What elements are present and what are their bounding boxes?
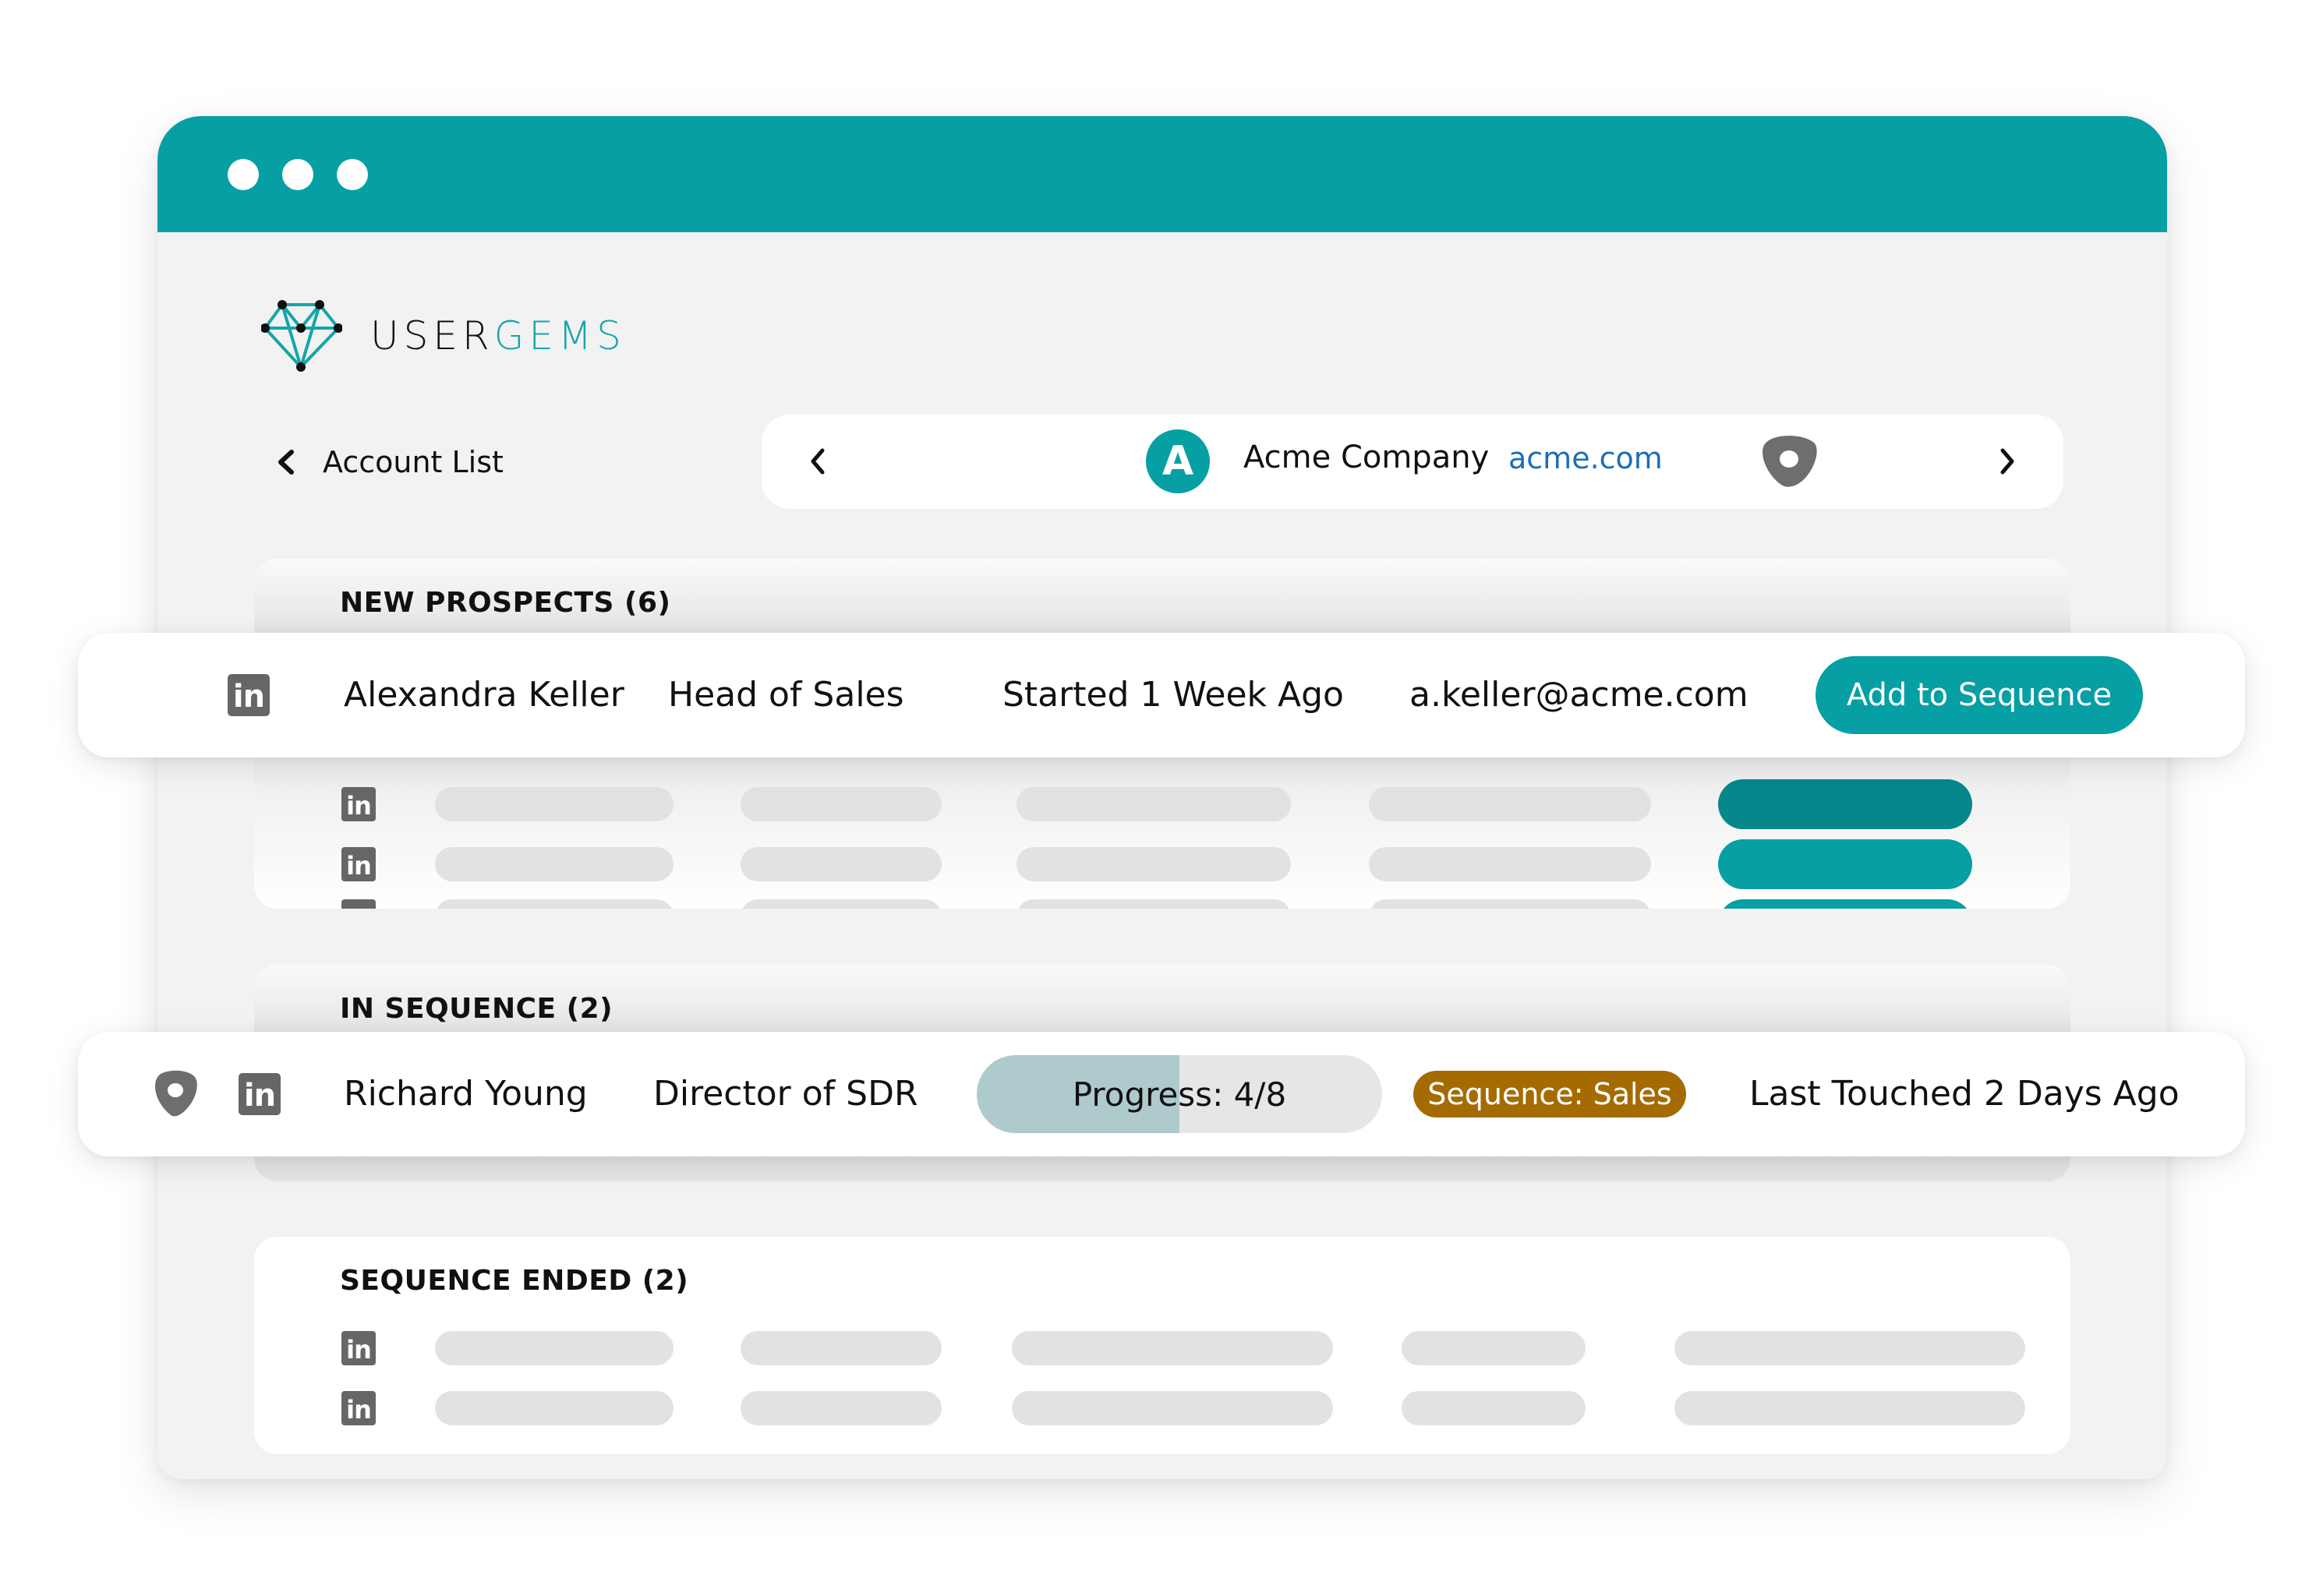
section-title: IN SEQUENCE (2) <box>340 993 613 1025</box>
placeholder-bar <box>435 899 674 909</box>
placeholder-bar <box>435 787 674 821</box>
add-to-sequence-button[interactable]: Add to Sequence <box>1816 656 2143 734</box>
section-title: NEW PROSPECTS (6) <box>340 587 671 619</box>
placeholder-bar <box>741 1391 942 1425</box>
window-control-dot[interactable] <box>337 159 368 190</box>
window-control-dot[interactable] <box>228 159 259 190</box>
chevron-left-icon[interactable] <box>808 447 827 475</box>
placeholder-bar <box>1012 1391 1333 1425</box>
placeholder-bar <box>741 787 942 821</box>
logo-text-user: USER <box>370 313 494 358</box>
placeholder-row: in <box>254 1383 2070 1433</box>
placeholder-button[interactable] <box>1718 899 1972 909</box>
window-control-dot[interactable] <box>282 159 313 190</box>
placeholder-bar <box>1674 1331 2025 1365</box>
back-to-account-list[interactable]: Account List <box>276 439 504 486</box>
chevron-left-icon <box>278 450 294 475</box>
placeholder-bar <box>435 1391 674 1425</box>
outreach-icon[interactable] <box>153 1069 200 1119</box>
prospect-status: Started 1 Week Ago <box>1002 675 1344 715</box>
linkedin-icon[interactable] <box>341 899 376 909</box>
company-avatar: A <box>1146 429 1210 493</box>
usergems-logo: USERGEMS <box>261 300 626 372</box>
logo-text-gems: GEMS <box>493 313 626 358</box>
account-navigator: A Acme Company acme.com <box>762 415 2063 509</box>
prospect-name: Richard Young <box>344 1074 588 1114</box>
placeholder-button[interactable] <box>1718 779 1972 829</box>
sequence-row-featured[interactable]: in Richard Young Director of SDR Progres… <box>78 1032 2245 1156</box>
placeholder-bar <box>1402 1391 1586 1425</box>
app-window: USERGEMS Account List A Acme Company acm… <box>157 116 2167 1479</box>
placeholder-row: in <box>254 779 2070 829</box>
placeholder-bar <box>435 847 674 881</box>
placeholder-bar <box>1017 847 1291 881</box>
linkedin-icon[interactable]: in <box>239 1073 281 1115</box>
placeholder-bar <box>1012 1331 1333 1365</box>
linkedin-icon[interactable]: in <box>341 1391 376 1425</box>
placeholder-bar <box>1369 847 1651 881</box>
linkedin-icon[interactable]: in <box>228 674 270 716</box>
gem-logo-icon <box>261 300 342 372</box>
placeholder-bar <box>1369 787 1651 821</box>
progress-label: Progress: 4/8 <box>1072 1075 1287 1114</box>
sequence-badge[interactable]: Sequence: Sales <box>1413 1071 1686 1118</box>
company-name: Acme Company <box>1243 440 1490 475</box>
prospect-title: Head of Sales <box>668 675 904 715</box>
placeholder-bar <box>1402 1331 1586 1365</box>
placeholder-row: in <box>254 839 2070 889</box>
logo-wordmark: USERGEMS <box>370 316 626 355</box>
section-title: SEQUENCE ENDED (2) <box>340 1265 689 1297</box>
placeholder-row: in <box>254 1323 2070 1373</box>
placeholder-bar <box>1674 1391 2025 1425</box>
placeholder-bar <box>741 847 942 881</box>
window-titlebar <box>157 116 2167 232</box>
placeholder-bar <box>741 899 942 909</box>
linkedin-icon[interactable]: in <box>341 1331 376 1365</box>
outreach-icon[interactable] <box>1759 433 1819 489</box>
sequence-progress-bar: Progress: 4/8 <box>977 1055 1382 1133</box>
placeholder-bar <box>1017 787 1291 821</box>
placeholder-button[interactable] <box>1718 839 1972 889</box>
last-touched: Last Touched 2 Days Ago <box>1749 1074 2180 1114</box>
placeholder-bar <box>1369 899 1651 909</box>
placeholder-row <box>254 899 2070 909</box>
prospect-title: Director of SDR <box>653 1074 918 1114</box>
placeholder-bar <box>741 1331 942 1365</box>
chevron-right-icon[interactable] <box>1998 447 2017 475</box>
back-link-label: Account List <box>323 445 504 479</box>
placeholder-bar <box>1017 899 1291 909</box>
company-domain-link[interactable]: acme.com <box>1508 441 1663 475</box>
linkedin-icon[interactable]: in <box>341 847 376 881</box>
prospect-name: Alexandra Keller <box>344 675 624 715</box>
linkedin-icon[interactable]: in <box>341 787 376 821</box>
placeholder-bar <box>435 1331 674 1365</box>
prospect-email[interactable]: a.keller@acme.com <box>1409 675 1748 715</box>
prospect-row-featured[interactable]: in Alexandra Keller Head of Sales Starte… <box>78 633 2245 757</box>
sequence-ended-section: SEQUENCE ENDED (2) in in <box>254 1237 2070 1454</box>
